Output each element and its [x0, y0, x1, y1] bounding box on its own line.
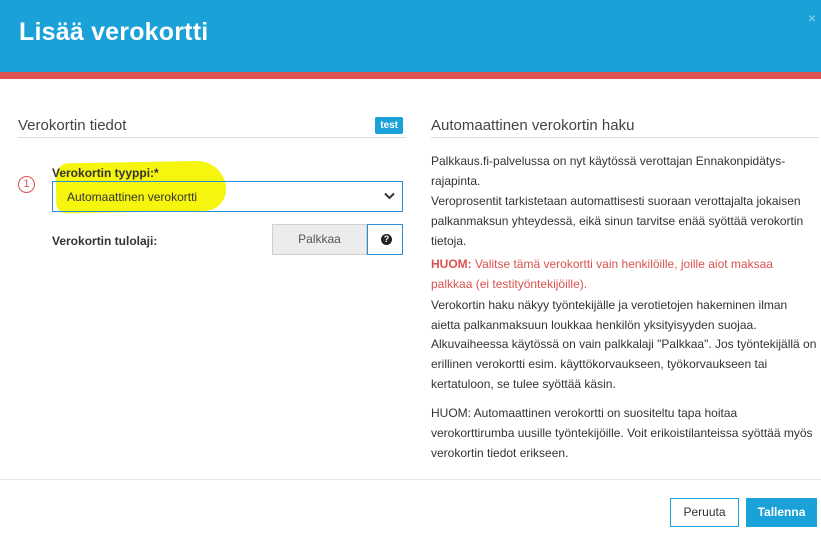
cancel-button[interactable]: Peruuta — [670, 498, 739, 527]
question-circle-icon: ? — [381, 234, 392, 245]
footer-divider — [0, 479, 821, 480]
tax-card-type-selected-value: Automaattinen verokortti — [67, 190, 198, 204]
header-stripe — [0, 72, 821, 79]
chevron-down-icon — [384, 189, 395, 203]
info-paragraph: Veroprosentit tarkistetaan automattisest… — [431, 194, 804, 248]
test-badge: test — [375, 117, 403, 134]
info-paragraph: Alkuvaiheessa käytössä on vain palkkalaj… — [431, 337, 817, 391]
income-type-label: Verokortin tulolaji: — [52, 234, 158, 248]
section-title: Automaattinen verokortin haku — [431, 117, 635, 134]
info-paragraph: Verokortin haku näkyy työntekijälle ja v… — [431, 298, 788, 332]
section-header-automatic-fetch: Automaattinen verokortin haku — [431, 112, 819, 138]
warning-paragraph: HUOM: Valitse tämä verokortti vain henki… — [431, 254, 817, 294]
dialog-title: Lisää verokortti — [19, 18, 209, 46]
save-button[interactable]: Tallenna — [746, 498, 817, 527]
help-button[interactable]: ? — [367, 224, 403, 255]
tax-card-type-select[interactable]: Automaattinen verokortti — [52, 181, 403, 212]
tax-card-details-section: Verokortin tiedot test — [18, 112, 406, 138]
automatic-tax-card-section: Automaattinen verokortin haku — [431, 112, 819, 138]
info-paragraph: HUOM: Automaattinen verokortti on suosit… — [431, 406, 813, 460]
close-icon[interactable]: × — [808, 11, 816, 25]
section-title: Verokortin tiedot — [18, 117, 127, 134]
step-number-badge: 1 — [18, 176, 35, 193]
tax-card-type-label: Verokortin tyyppi:* — [52, 166, 159, 180]
warning-text: Valitse tämä verokortti vain henkilöille… — [431, 257, 773, 291]
section-header-tax-card-details: Verokortin tiedot test — [18, 112, 406, 138]
info-paragraph: Palkkaus.fi-palvelussa on nyt käytössä v… — [431, 154, 786, 188]
warning-prefix: HUOM: — [431, 257, 472, 271]
income-type-field: Palkkaa — [272, 224, 367, 255]
